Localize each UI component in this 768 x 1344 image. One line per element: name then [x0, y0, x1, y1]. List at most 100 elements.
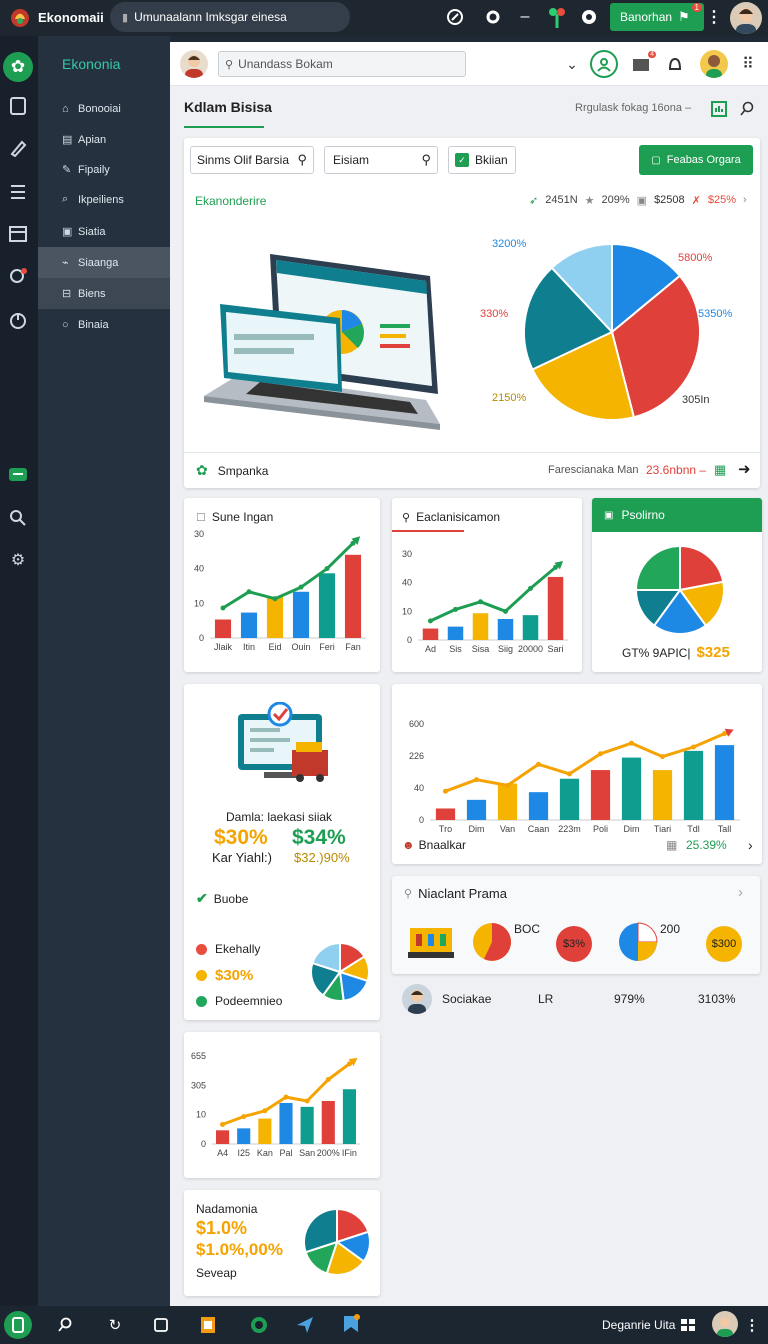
account-avatar[interactable] — [700, 50, 728, 78]
y-tick-label: 10 — [196, 1110, 206, 1120]
search-icon[interactable] — [738, 100, 756, 118]
filter-search-2-text: Eisiam — [333, 153, 370, 167]
arrow-right-icon[interactable]: ➜ — [738, 460, 751, 478]
hero-label: Ekanonderire — [195, 194, 267, 208]
settings-gear-icon[interactable]: ✿ — [3, 52, 33, 82]
bar — [466, 799, 487, 820]
chat-alert-icon[interactable] — [6, 264, 30, 288]
bookmark-app-icon[interactable] — [340, 1311, 362, 1337]
x-tick-label: Tro — [439, 824, 452, 834]
y-tick-label: 0 — [199, 633, 204, 643]
window-tab[interactable]: ▮ Umunaalann Imksgar einesa — [110, 2, 350, 32]
x-tick-label: A4 — [217, 1148, 228, 1158]
apps-grid-icon[interactable]: ⠿ — [738, 54, 758, 74]
card-g-value-2: $1.0%,00% — [196, 1240, 283, 1259]
check-icon: ✔ — [196, 890, 208, 906]
sidebar-item-apian[interactable]: ▤ Apian — [38, 124, 170, 155]
filter-chip[interactable]: ✓ Bkiian — [448, 146, 516, 174]
more-vertical-icon[interactable]: ⋮ — [706, 6, 722, 28]
social-avatar[interactable] — [402, 984, 432, 1014]
card-b-title: Eaclanisicamon — [416, 510, 501, 524]
message-icon[interactable] — [6, 464, 30, 488]
social-name: Sociakae — [442, 992, 492, 1006]
sidebar-item-ikpeiliens[interactable]: ⌕ Ikpeiliens — [38, 184, 170, 215]
card-g: Nadamonia $1.0% $1.0%,00% Seveap — [184, 1190, 380, 1296]
legend-item: Ekehally — [196, 936, 282, 962]
bar — [300, 1106, 314, 1144]
cog-icon[interactable]: ⚙ — [6, 548, 30, 572]
line-point — [598, 751, 603, 757]
box-icon: ▣ — [62, 226, 73, 238]
calendar-icon[interactable] — [6, 222, 30, 246]
phone-app-icon[interactable] — [4, 1311, 32, 1339]
sidebar: Ekononia ⌂ Bonooiai ▤ Apian ✎ Fipaily ⌕ Ikpe… — [38, 36, 170, 1306]
notes-app-icon[interactable] — [198, 1313, 218, 1337]
hero-footer-label: Smpanka — [217, 463, 269, 478]
chevron-down-icon[interactable]: ⌄ — [562, 54, 582, 74]
sidebar-item-siaanga[interactable]: ⌁ Siaanga — [38, 247, 170, 278]
chevron-right-icon[interactable]: › — [748, 837, 753, 853]
chevron-right-icon[interactable]: › — [743, 194, 747, 207]
trend-up-icon: ➶ — [529, 195, 539, 207]
trend-line — [429, 566, 557, 623]
power-icon[interactable] — [6, 308, 30, 332]
promo-check-label: Buobe — [213, 891, 249, 906]
taskbar-avatar[interactable] — [712, 1311, 738, 1337]
line-point — [298, 584, 304, 590]
y-tick-label: 226 — [409, 751, 424, 761]
y-tick-label: 40 — [194, 564, 204, 574]
pen-icon[interactable] — [6, 136, 30, 160]
user-avatar[interactable] — [730, 2, 762, 34]
sheet-icon[interactable] — [710, 100, 728, 118]
legend-dot — [196, 969, 207, 981]
keyboard-icon[interactable] — [678, 1314, 698, 1336]
more-vertical-icon[interactable]: ⋮ — [744, 1314, 760, 1336]
bell-icon[interactable] — [664, 54, 686, 74]
search-placeholder: Unandass Bokam — [238, 57, 333, 71]
sidebar-item-bonooiai[interactable]: ⌂ Bonooiai — [38, 93, 170, 124]
list-icon[interactable] — [6, 180, 30, 204]
search-icon[interactable] — [6, 506, 30, 530]
header-search-input[interactable]: ⚲ Unandass Bokam — [218, 51, 466, 77]
star-icon: ★ — [584, 195, 595, 207]
filter-search-1-text: Sinms Olif Barsia — [197, 153, 290, 167]
bar — [652, 770, 673, 820]
profile-avatar[interactable] — [180, 50, 208, 78]
banorhan-button[interactable]: Banorhan ⚑ 1 — [610, 3, 704, 31]
refresh-icon[interactable]: ↻ — [104, 1314, 126, 1336]
compass-icon[interactable] — [444, 6, 466, 28]
bar — [258, 1118, 272, 1144]
window-icon[interactable] — [150, 1314, 172, 1336]
leaf-app-icon[interactable] — [248, 1313, 270, 1337]
minimize-icon[interactable]: – — [514, 6, 536, 28]
send-app-icon[interactable] — [294, 1313, 316, 1337]
tab-title: Umunaalann Imksgar einesa — [134, 10, 287, 24]
inbox-icon[interactable]: 4 — [630, 51, 656, 74]
filter-search-2[interactable]: Eisiam ⚲ — [324, 146, 438, 174]
line-point — [443, 788, 448, 794]
x-tick-label: Fan — [345, 642, 361, 652]
stat-3: $2508 — [654, 194, 685, 206]
primary-action-button[interactable]: ▢ Feabas Orgara — [639, 145, 753, 175]
card-c-footer: GT% 9APIC| $325 — [622, 644, 730, 661]
edit-icon: ✎ — [62, 164, 72, 176]
sidebar-item-binaia[interactable]: ○ Binaia — [38, 309, 170, 340]
circle-icon: ○ — [62, 318, 69, 331]
social-row: Sociakae LR 979% 3103% — [402, 982, 762, 1016]
sidebar-item-biens[interactable]: ⊟ Biens — [38, 278, 170, 309]
user-circle-icon[interactable] — [590, 50, 618, 78]
sidebar-item-label: Fipaily — [78, 163, 110, 176]
sidebar-item-label: Siaanga — [78, 256, 119, 269]
chart-card-d: 600 226 40 0 Tro Dim Van Caan 223m Poli Dim Tiari Td… — [392, 684, 762, 864]
face-icon[interactable] — [578, 6, 600, 28]
filter-search-1[interactable]: Sinms Olif Barsia ⚲ — [190, 146, 314, 174]
plant-icon[interactable] — [546, 4, 568, 30]
sidebar-item-siatia[interactable]: ▣ Siatia — [38, 216, 170, 247]
sidebar-item-fipaily[interactable]: ✎ Fipaily — [38, 154, 170, 185]
record-icon[interactable] — [482, 6, 504, 28]
laptop-illustration — [190, 214, 460, 446]
chevron-right-icon[interactable]: › — [738, 884, 743, 901]
tablet-icon[interactable] — [6, 94, 30, 118]
sheet-icon[interactable]: ▦ — [714, 462, 726, 478]
search-icon[interactable] — [54, 1314, 76, 1336]
